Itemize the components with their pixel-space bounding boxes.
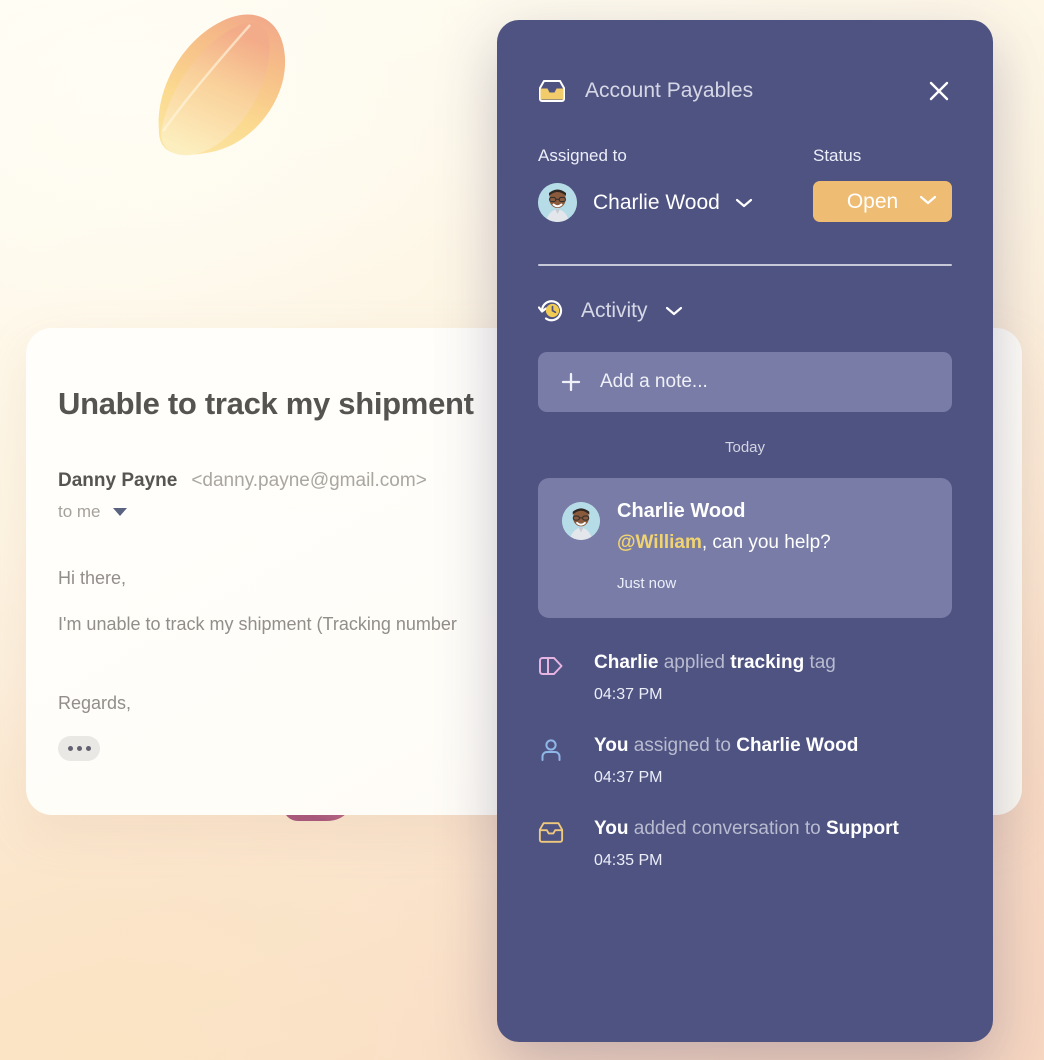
activity-text-part: You (594, 818, 629, 839)
chevron-glyph (665, 306, 682, 315)
inbox-icon (538, 822, 564, 843)
activity-text-part: tag (804, 652, 836, 673)
activity-entry-timestamp: 04:37 PM (594, 686, 663, 703)
chevron-down-icon[interactable] (664, 305, 684, 317)
avatar-image (562, 502, 600, 540)
dot-icon (67, 745, 73, 751)
chevron-down-icon[interactable] (112, 508, 127, 516)
status-badge[interactable]: Open (813, 181, 952, 222)
email-recipient-label: to me (58, 502, 101, 521)
add-note-label: Add a note... (600, 371, 708, 392)
leaf-decoration (158, 14, 286, 156)
activity-text-part: added conversation to (628, 818, 821, 839)
history-clock-icon (538, 300, 563, 322)
note-mention[interactable]: @William (617, 532, 702, 553)
add-note-button[interactable]: Add a note... (538, 352, 952, 412)
note-author: Charlie Wood (617, 500, 746, 522)
activity-entry: You assigned to Charlie Wood 04:37 PM (538, 735, 952, 787)
note-text: @William, can you help? (617, 532, 831, 554)
activity-entry: Charlie applied tracking tag 04:37 PM (538, 652, 952, 704)
activity-text-part: You (594, 735, 629, 756)
divider (538, 264, 952, 266)
inbox-icon (539, 80, 565, 102)
activity-entry-content: You added conversation to Support 04:35 P… (594, 818, 899, 870)
dot-icon (85, 745, 91, 751)
app-background: Unable to track my shipment Danny Payne … (0, 0, 1044, 1060)
panel-fields: Assigned to Charlie Wood Status Open (538, 146, 952, 222)
inbox-icon (538, 818, 564, 870)
activity-entry-text: You assigned to Charlie Wood (594, 735, 858, 757)
activity-entry-timestamp: 04:35 PM (594, 852, 663, 869)
status-badge-label: Open (846, 189, 899, 213)
details-panel: Account Payables Assigned to Charlie Woo… (497, 20, 993, 1042)
activity-entry: You added conversation to Support 04:35 P… (538, 818, 952, 870)
panel-header: Account Payables (538, 78, 952, 104)
activity-day-label: Today (724, 439, 766, 456)
assignee-name: Charlie Wood (593, 190, 720, 214)
activity-entry-content: You assigned to Charlie Wood 04:37 PM (594, 735, 858, 787)
more-options-button[interactable] (58, 735, 100, 761)
avatar (538, 183, 577, 222)
chevron-glyph (735, 198, 752, 207)
activity-entry-timestamp: 04:37 PM (594, 769, 663, 786)
chevron-glyph (919, 195, 937, 205)
person-icon (538, 735, 564, 787)
assigned-to-label: Assigned to (538, 146, 627, 165)
status-field: Status Open (813, 146, 952, 222)
chevron-down-icon[interactable] (734, 197, 754, 209)
note-text-rest: , can you help? (701, 532, 831, 553)
email-sender-address: <danny.payne@gmail.com> (191, 470, 427, 491)
dot-icon (76, 745, 82, 751)
avatar-image (538, 183, 577, 222)
note-body: Charlie Wood @William, can you help? Jus… (617, 500, 831, 592)
note-timestamp: Just now (617, 575, 677, 592)
activity-text-part: Support (820, 818, 899, 839)
activity-entry-text: Charlie applied tracking tag (594, 652, 836, 674)
tag-icon (538, 652, 564, 704)
person-icon (541, 739, 561, 761)
avatar (562, 502, 600, 540)
activity-title: Activity (581, 298, 648, 322)
activity-text-part: assigned to (628, 735, 731, 756)
panel-title: Account Payables (585, 79, 754, 102)
email-sender-name: Danny Payne (58, 470, 178, 491)
chevron-down-icon (918, 194, 938, 209)
activity-text-part: applied (658, 652, 725, 673)
assigned-to-field: Assigned to Charlie Wood (538, 146, 813, 222)
activity-list: Charlie applied tracking tag 04:37 PM You … (538, 652, 952, 870)
close-glyph (929, 81, 949, 101)
activity-section-toggle[interactable]: Activity (538, 297, 952, 324)
activity-text-part: Charlie (594, 652, 659, 673)
activity-entry-text: You added conversation to Support (594, 818, 899, 840)
activity-text-part: tracking (724, 652, 805, 673)
activity-entry-content: Charlie applied tracking tag 04:37 PM (594, 652, 836, 704)
assignee-selector[interactable]: Charlie Wood (538, 183, 813, 222)
tag-icon (539, 657, 563, 675)
plus-icon (561, 372, 581, 392)
status-label: Status (813, 146, 862, 165)
close-icon[interactable] (926, 78, 952, 104)
note-card[interactable]: Charlie Wood @William, can you help? Jus… (538, 478, 952, 618)
activity-text-part: Charlie Wood (730, 735, 859, 756)
